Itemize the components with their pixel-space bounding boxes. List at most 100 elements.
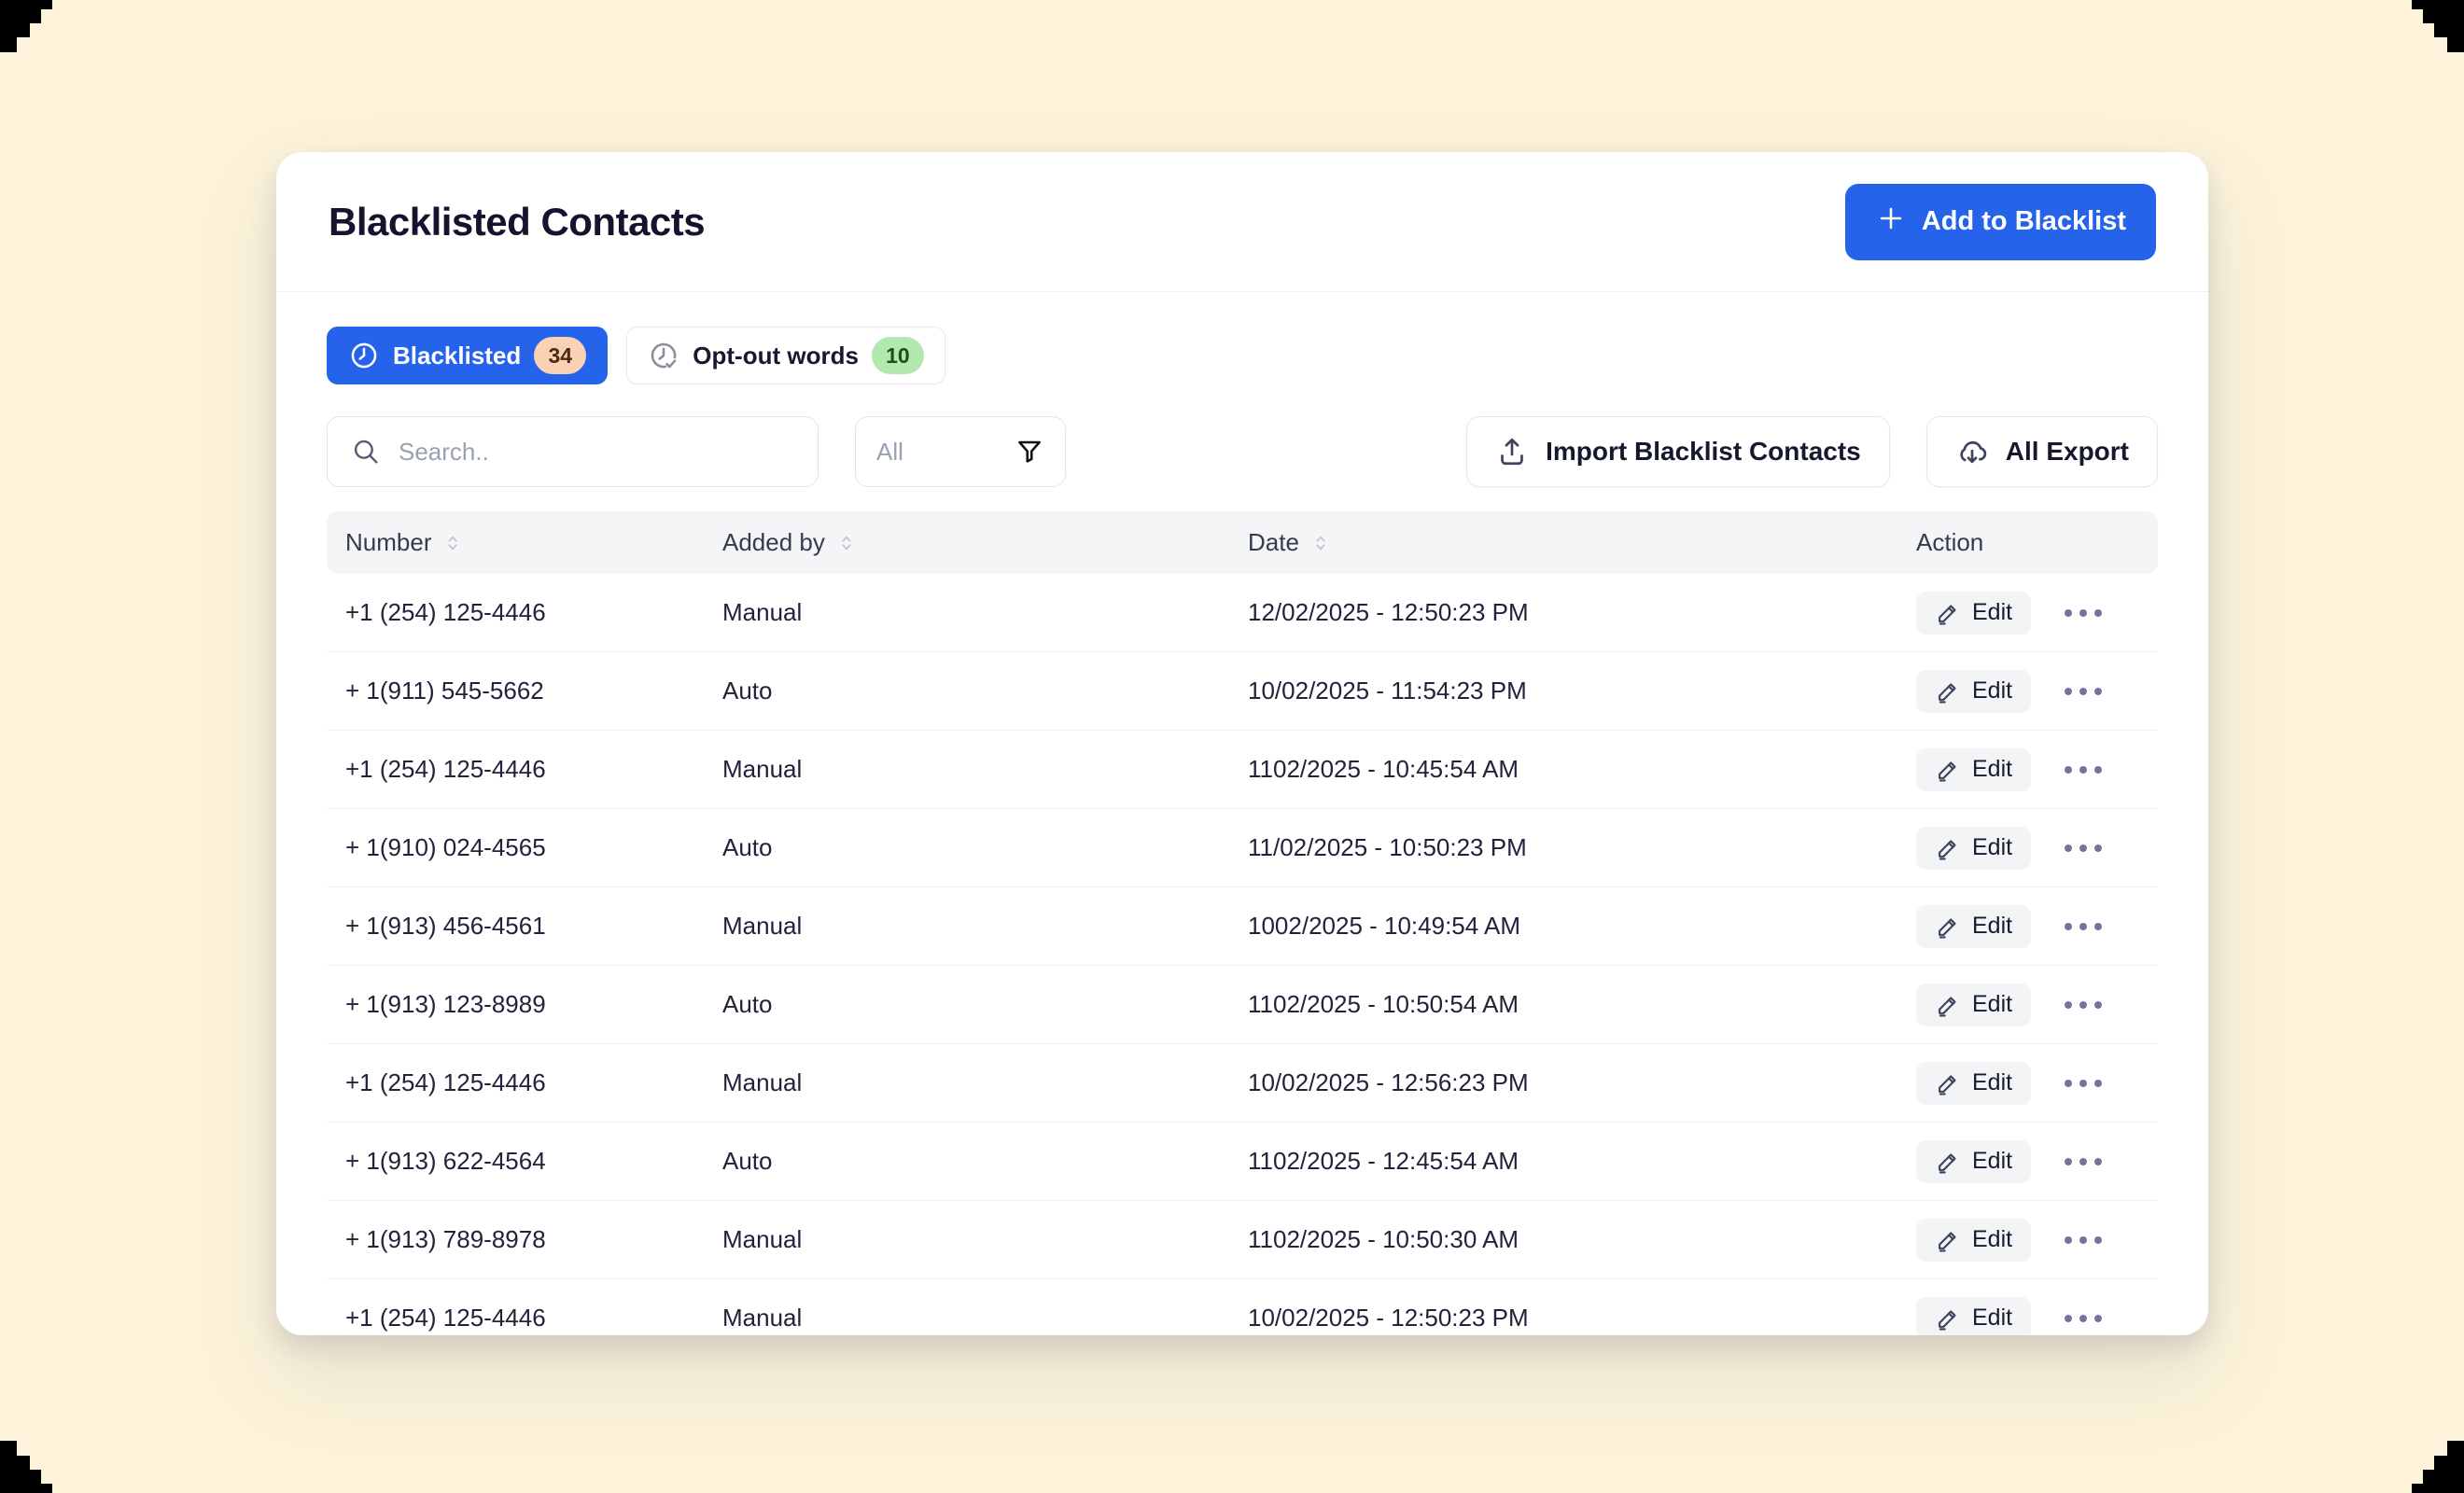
card-header: Blacklisted Contacts Add to Blacklist <box>276 152 2208 292</box>
row-menu-button[interactable] <box>2057 680 2109 703</box>
filter-dropdown[interactable]: All <box>855 416 1066 487</box>
cell-added-by: Auto <box>722 990 1248 1019</box>
tab-blacklisted-count-badge: 34 <box>534 337 586 374</box>
pencil-icon <box>1935 1149 1961 1175</box>
column-header-number[interactable]: Number <box>345 528 722 557</box>
row-menu-button[interactable] <box>2057 1229 2109 1251</box>
edit-button[interactable]: Edit <box>1916 1140 2031 1183</box>
upload-icon <box>1495 435 1529 468</box>
cell-date: 10/02/2025 - 12:56:23 PM <box>1248 1068 1916 1097</box>
corner-mask <box>0 1441 52 1493</box>
cell-date: 11/02/2025 - 10:50:23 PM <box>1248 833 1916 862</box>
corner-mask <box>2412 0 2464 78</box>
pencil-icon <box>1935 678 1961 705</box>
table-row: +1 (254) 125-4446 Manual 10/02/2025 - 12… <box>327 1044 2158 1123</box>
pencil-icon <box>1935 757 1961 783</box>
plus-icon <box>1875 202 1907 242</box>
edit-button-label: Edit <box>1972 1148 2012 1175</box>
edit-button[interactable]: Edit <box>1916 827 2031 870</box>
add-to-blacklist-button[interactable]: Add to Blacklist <box>1845 184 2156 260</box>
table-row: +1 (254) 125-4446 Manual 10/02/2025 - 12… <box>327 1279 2158 1335</box>
pencil-icon <box>1935 1305 1961 1332</box>
blacklisted-contacts-card: Blacklisted Contacts Add to Blacklist Bl… <box>276 152 2208 1335</box>
card-body: Blacklisted 34 Opt-out words 10 <box>276 327 2208 1335</box>
toolbar: All Import Blacklist Contacts <box>327 416 2158 487</box>
table-row: + 1(913) 123-8989 Auto 1102/2025 - 10:50… <box>327 966 2158 1044</box>
edit-button-label: Edit <box>1972 834 2012 861</box>
cell-added-by: Auto <box>722 1147 1248 1176</box>
row-menu-button[interactable] <box>2057 1307 2109 1330</box>
cell-action: Edit <box>1916 827 2158 870</box>
pencil-icon <box>1935 1070 1961 1096</box>
edit-button[interactable]: Edit <box>1916 592 2031 635</box>
cell-action: Edit <box>1916 984 2158 1026</box>
row-menu-button[interactable] <box>2057 837 2109 859</box>
column-header-date[interactable]: Date <box>1248 528 1916 557</box>
add-to-blacklist-label: Add to Blacklist <box>1922 206 2126 237</box>
edit-button-label: Edit <box>1972 599 2012 626</box>
clock-check-icon <box>648 340 679 371</box>
sort-icon <box>442 533 463 553</box>
edit-button-label: Edit <box>1972 1305 2012 1332</box>
clock-icon <box>348 340 380 371</box>
row-menu-button[interactable] <box>2057 1151 2109 1173</box>
table-row: +1 (254) 125-4446 Manual 12/02/2025 - 12… <box>327 574 2158 652</box>
row-menu-button[interactable] <box>2057 915 2109 938</box>
cell-number: +1 (254) 125-4446 <box>345 598 722 627</box>
row-menu-button[interactable] <box>2057 994 2109 1016</box>
cell-action: Edit <box>1916 748 2158 791</box>
tab-opt-out-words-label: Opt-out words <box>693 342 859 370</box>
cell-added-by: Manual <box>722 1068 1248 1097</box>
table-row: + 1(913) 456-4561 Manual 1002/2025 - 10:… <box>327 887 2158 966</box>
edit-button[interactable]: Edit <box>1916 1062 2031 1105</box>
cell-number: +1 (254) 125-4446 <box>345 1304 722 1333</box>
all-export-button[interactable]: All Export <box>1926 416 2158 487</box>
cell-number: +1 (254) 125-4446 <box>345 755 722 784</box>
cell-date: 1102/2025 - 10:50:54 AM <box>1248 990 1916 1019</box>
import-blacklist-contacts-label: Import Blacklist Contacts <box>1546 437 1861 467</box>
column-header-added-by[interactable]: Added by <box>722 528 1248 557</box>
cell-action: Edit <box>1916 905 2158 948</box>
row-menu-button[interactable] <box>2057 759 2109 781</box>
edit-button[interactable]: Edit <box>1916 1219 2031 1262</box>
filter-selected-value: All <box>876 438 903 467</box>
cell-action: Edit <box>1916 1297 2158 1336</box>
cell-date: 1002/2025 - 10:49:54 AM <box>1248 912 1916 941</box>
search-box <box>327 416 819 487</box>
cell-added-by: Manual <box>722 598 1248 627</box>
tab-blacklisted[interactable]: Blacklisted 34 <box>327 327 608 384</box>
corner-mask <box>0 0 52 52</box>
edit-button[interactable]: Edit <box>1916 905 2031 948</box>
tabs: Blacklisted 34 Opt-out words 10 <box>327 327 2158 384</box>
edit-button-label: Edit <box>1972 1226 2012 1253</box>
page-background: Blacklisted Contacts Add to Blacklist Bl… <box>0 0 2464 1493</box>
cell-number: + 1(913) 622-4564 <box>345 1147 722 1176</box>
table-body: +1 (254) 125-4446 Manual 12/02/2025 - 12… <box>327 574 2158 1335</box>
search-icon <box>350 436 382 467</box>
column-header-action: Action <box>1916 528 2158 557</box>
edit-button-label: Edit <box>1972 756 2012 783</box>
sort-icon <box>1310 533 1331 553</box>
cell-added-by: Manual <box>722 1225 1248 1254</box>
table-row: + 1(913) 789-8978 Manual 1102/2025 - 10:… <box>327 1201 2158 1279</box>
cell-date: 12/02/2025 - 12:50:23 PM <box>1248 598 1916 627</box>
search-input[interactable] <box>399 438 795 467</box>
cell-action: Edit <box>1916 670 2158 713</box>
pencil-icon <box>1935 1227 1961 1253</box>
tab-opt-out-words[interactable]: Opt-out words 10 <box>626 327 945 384</box>
row-menu-button[interactable] <box>2057 602 2109 624</box>
edit-button[interactable]: Edit <box>1916 1297 2031 1336</box>
cell-date: 10/02/2025 - 12:50:23 PM <box>1248 1304 1916 1333</box>
cell-action: Edit <box>1916 1062 2158 1105</box>
table-row: + 1(911) 545-5662 Auto 10/02/2025 - 11:5… <box>327 652 2158 731</box>
row-menu-button[interactable] <box>2057 1072 2109 1095</box>
cell-number: + 1(913) 456-4561 <box>345 912 722 941</box>
import-blacklist-contacts-button[interactable]: Import Blacklist Contacts <box>1466 416 1890 487</box>
pencil-icon <box>1935 600 1961 626</box>
edit-button[interactable]: Edit <box>1916 670 2031 713</box>
edit-button[interactable]: Edit <box>1916 748 2031 791</box>
edit-button[interactable]: Edit <box>1916 984 2031 1026</box>
edit-button-label: Edit <box>1972 1069 2012 1096</box>
table-header-row: Number Added by Date <box>327 511 2158 574</box>
edit-button-label: Edit <box>1972 991 2012 1018</box>
